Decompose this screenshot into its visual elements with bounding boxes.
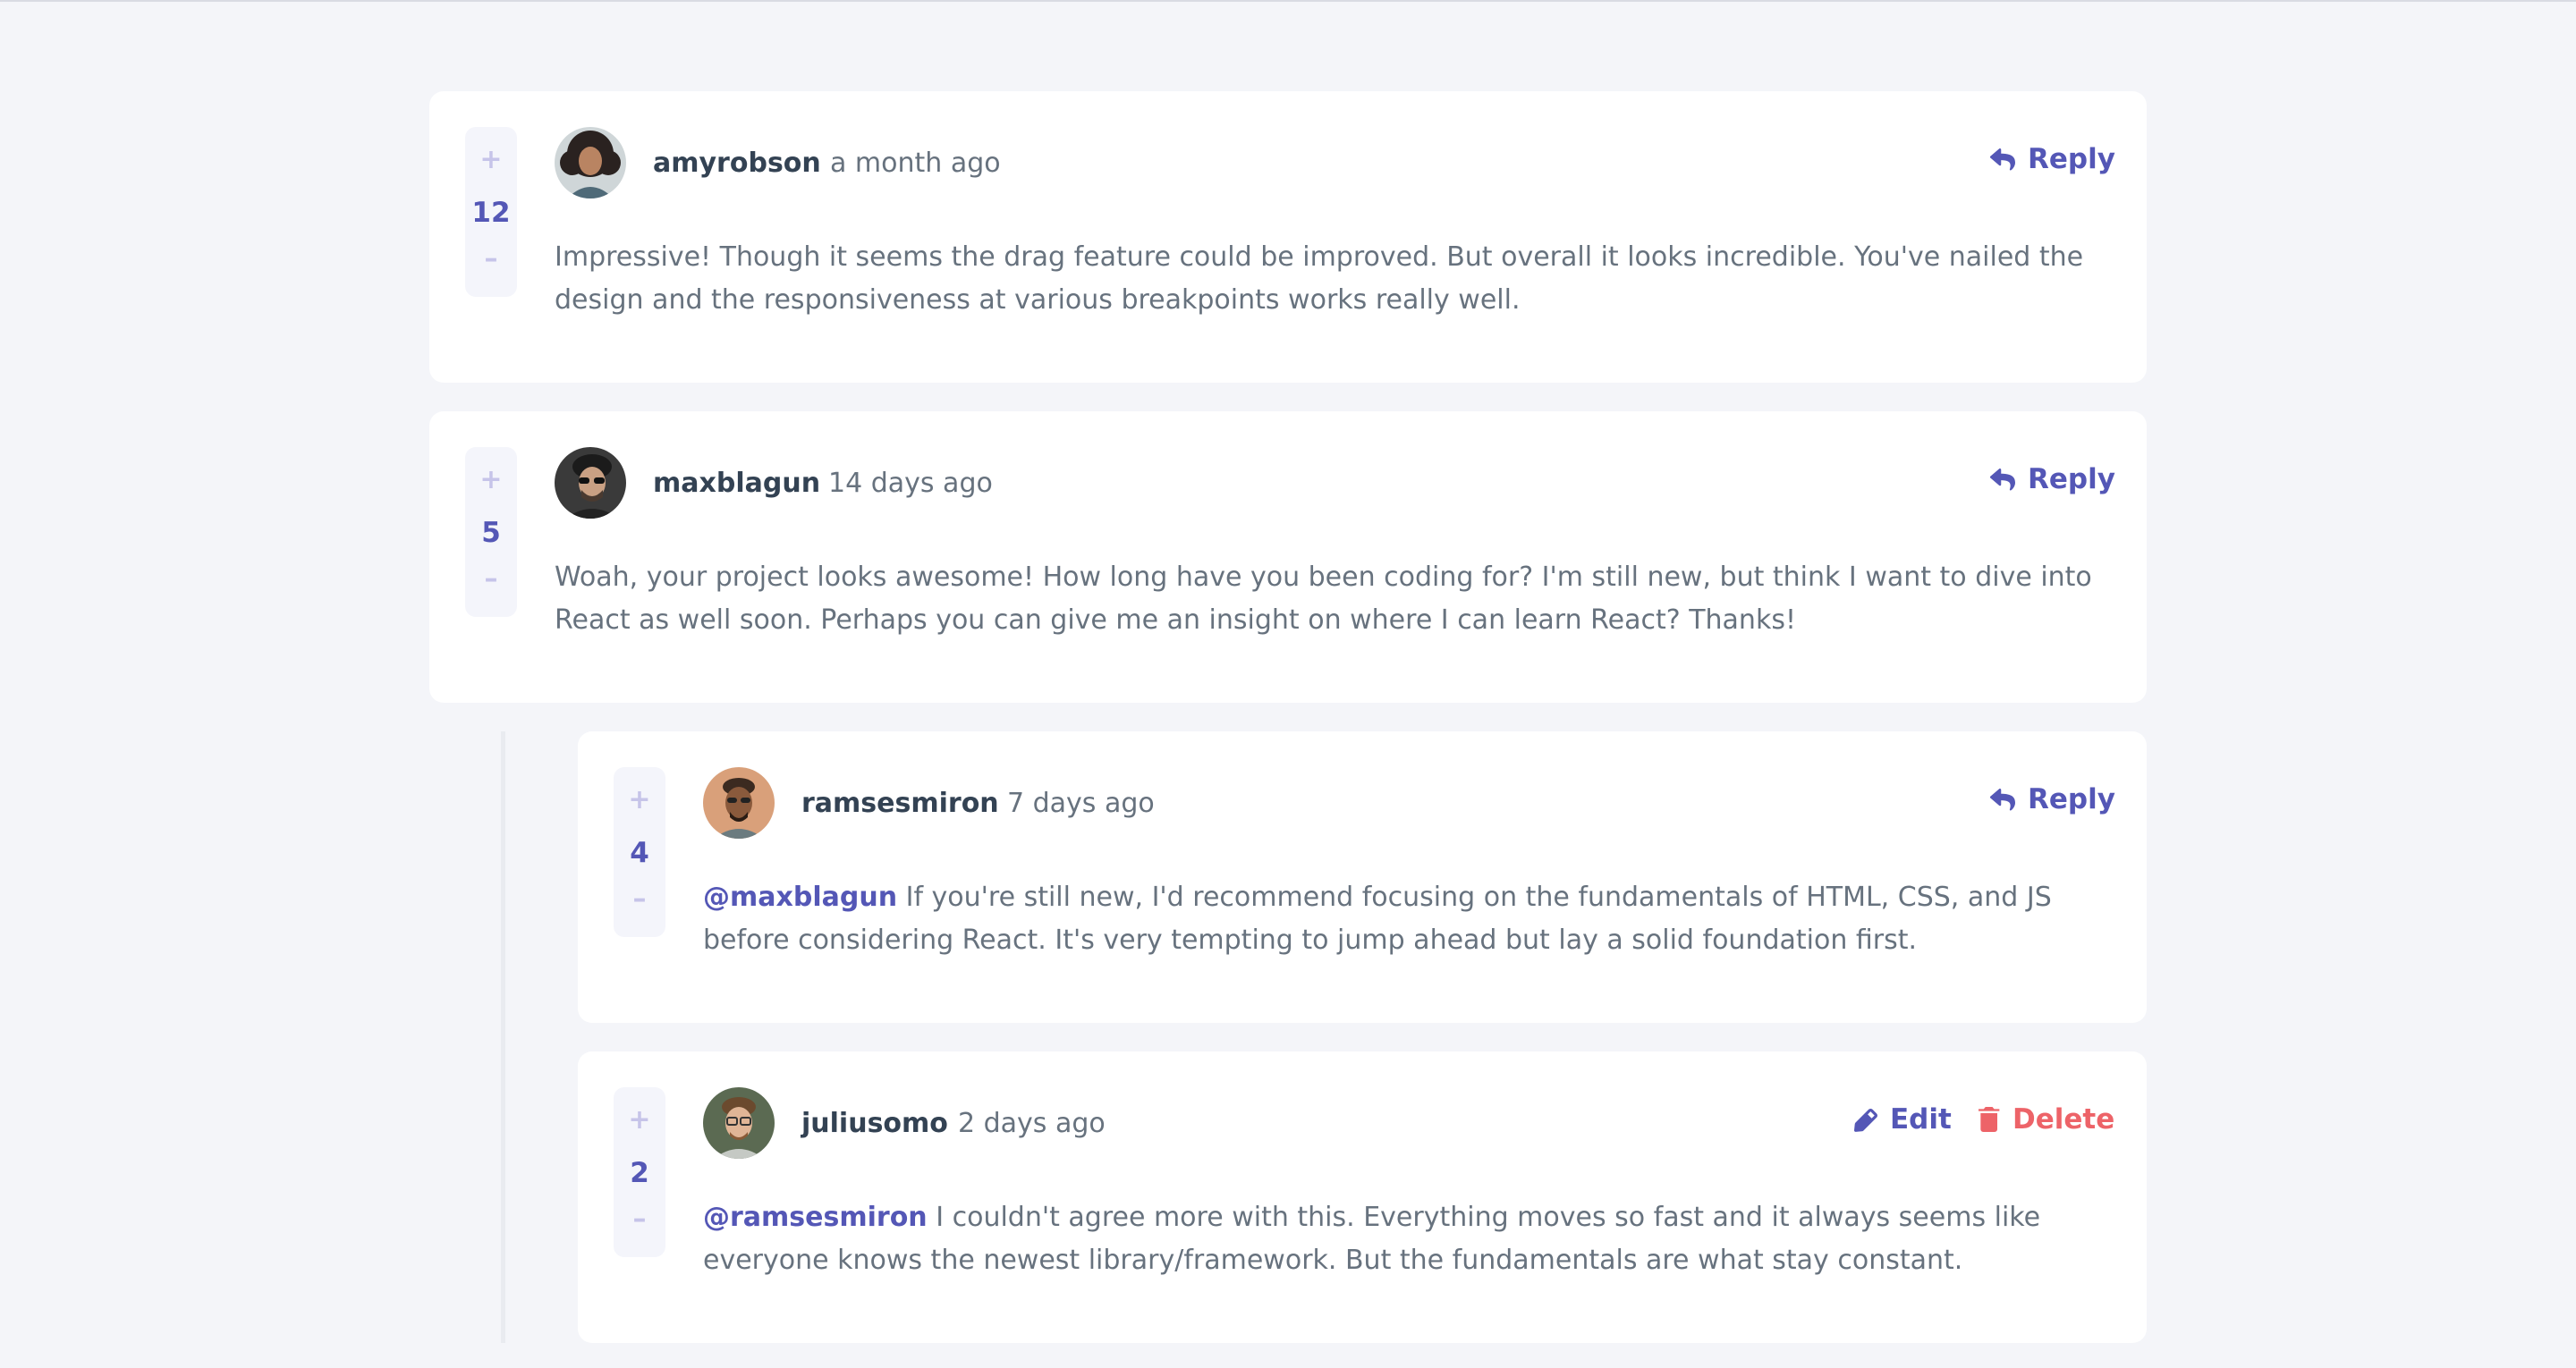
- trash-icon: [1979, 1107, 2000, 1132]
- score-value: 2: [630, 1157, 649, 1189]
- comment-text: Impressive! Though it seems the drag fea…: [555, 241, 2084, 316]
- mention-link[interactable]: @maxblagun: [703, 882, 897, 913]
- top-divider: [0, 0, 2576, 2]
- score-value: 5: [481, 517, 501, 549]
- comment-text: @maxblagun If you're still new, I'd reco…: [703, 876, 2125, 962]
- timestamp: 7 days ago: [1007, 788, 1155, 819]
- reply-thread-line: [501, 731, 505, 1343]
- reply-button[interactable]: Reply: [1990, 781, 2115, 817]
- reply-card-ramsesmiron: + 4 – ramsesmiron 7 days ago Reply @maxb…: [578, 731, 2147, 1023]
- vote-control: + 4 –: [614, 767, 665, 937]
- comment-text: Woah, your project looks awesome! How lo…: [555, 562, 2092, 636]
- username[interactable]: maxblagun: [653, 467, 820, 501]
- reply-icon: [1990, 789, 2015, 811]
- upvote-button[interactable]: +: [614, 787, 665, 814]
- vote-control: + 2 –: [614, 1087, 665, 1257]
- reply-label: Reply: [2028, 783, 2115, 815]
- upvote-button[interactable]: +: [614, 1107, 665, 1134]
- pencil-icon: [1854, 1109, 1877, 1132]
- upvote-button[interactable]: +: [465, 467, 517, 494]
- avatar: [703, 767, 775, 839]
- username[interactable]: ramsesmiron: [801, 787, 999, 821]
- vote-control: + 12 –: [465, 127, 517, 297]
- avatar: [555, 127, 626, 198]
- reply-card-juliusomo: + 2 – juliusomo 2 days ago Edit Delete @…: [578, 1051, 2147, 1343]
- timestamp: 2 days ago: [958, 1108, 1106, 1139]
- downvote-button[interactable]: –: [465, 246, 517, 273]
- vote-control: + 5 –: [465, 447, 517, 617]
- comment-content: If you're still new, I'd recommend focus…: [703, 882, 2052, 956]
- reply-icon: [1990, 148, 2015, 171]
- timestamp: 14 days ago: [828, 468, 993, 499]
- reply-label: Reply: [2028, 143, 2115, 175]
- reply-icon: [1990, 469, 2015, 491]
- username[interactable]: juliusomo: [801, 1107, 948, 1141]
- comment-card-maxblagun: + 5 – maxblagun 14 days ago Reply Woah, …: [429, 411, 2147, 703]
- edit-button[interactable]: Edit: [1854, 1102, 1952, 1137]
- reply-label: Reply: [2028, 463, 2115, 495]
- username[interactable]: amyrobson: [653, 147, 821, 181]
- delete-label: Delete: [2012, 1103, 2115, 1136]
- mention-link[interactable]: @ramsesmiron: [703, 1202, 928, 1233]
- reply-button[interactable]: Reply: [1990, 141, 2115, 177]
- delete-button[interactable]: Delete: [1979, 1102, 2114, 1137]
- comment-card-amyrobson: + 12 – amyrobson a month ago Reply Impre…: [429, 91, 2147, 383]
- avatar: [703, 1087, 775, 1159]
- comment-text: @ramsesmiron I couldn't agree more with …: [703, 1196, 2125, 1282]
- score-value: 12: [471, 197, 511, 229]
- edit-label: Edit: [1890, 1103, 1952, 1136]
- score-value: 4: [630, 837, 649, 869]
- downvote-button[interactable]: –: [614, 1206, 665, 1233]
- downvote-button[interactable]: –: [614, 886, 665, 913]
- upvote-button[interactable]: +: [465, 147, 517, 173]
- downvote-button[interactable]: –: [465, 566, 517, 593]
- timestamp: a month ago: [830, 148, 1001, 179]
- avatar: [555, 447, 626, 519]
- reply-button[interactable]: Reply: [1990, 461, 2115, 497]
